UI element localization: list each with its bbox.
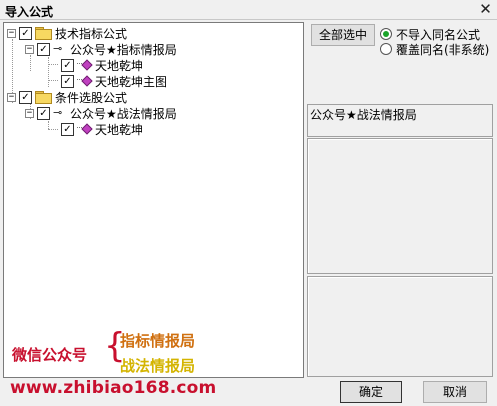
node-checkbox[interactable]: ✓ <box>61 58 74 72</box>
collapse-toggle[interactable]: − <box>25 44 34 54</box>
formula-gem-icon <box>77 75 91 87</box>
window-title: 导入公式 <box>5 5 54 19</box>
tree-node-label: 公众号★战法情报局 <box>70 106 177 121</box>
radio-button[interactable] <box>380 28 392 40</box>
tree-connector <box>30 55 31 71</box>
tree-node-stock-selection[interactable]: − ✓ 条件选股公式 <box>7 89 127 105</box>
key-icon: ⊸ <box>53 42 63 55</box>
tree-node-label: 条件选股公式 <box>55 90 128 105</box>
radio-label: 覆盖同名(非系统) <box>396 42 490 57</box>
tree-node-formula[interactable]: ✓ 天地乾坤主图 <box>61 73 167 89</box>
tree-connector <box>48 64 58 65</box>
tree-connector <box>48 57 49 87</box>
collapse-toggle[interactable]: − <box>25 108 34 118</box>
ok-button[interactable]: 确定 <box>340 381 402 403</box>
select-all-button[interactable]: 全部选中 <box>311 24 375 46</box>
watermark-line-tactics: 战法情报局 <box>120 357 196 375</box>
tree-node-tactics-bureau[interactable]: − ✓ ⊸ 公众号★战法情报局 <box>25 105 177 121</box>
cancel-button[interactable]: 取消 <box>423 381 487 403</box>
watermark-line-indicator: 指标情报局 <box>120 332 196 350</box>
formula-description-box <box>307 138 493 274</box>
folder-icon <box>35 91 52 104</box>
node-checkbox[interactable]: ✓ <box>37 106 50 120</box>
formula-tree[interactable]: − ✓ 技术指标公式 − ✓ ⊸ 公众号★指标情报局 ✓ 天地乾坤 ✓ 天地乾坤… <box>3 22 304 378</box>
tree-node-formula[interactable]: ✓ 天地乾坤 <box>61 57 143 73</box>
folder-icon <box>35 27 52 40</box>
radio-button[interactable] <box>380 43 392 55</box>
radio-no-import[interactable]: 不导入同名公式 <box>380 27 480 42</box>
formula-name-box: 公众号★战法情报局 <box>307 104 493 137</box>
tree-node-indicator-bureau[interactable]: − ✓ ⊸ 公众号★指标情报局 <box>25 41 177 57</box>
tree-node-label: 天地乾坤 <box>95 122 144 137</box>
node-checkbox[interactable]: ✓ <box>19 26 32 40</box>
formula-params-box <box>307 276 493 377</box>
tree-node-formula[interactable]: ✓ 天地乾坤 <box>61 121 143 137</box>
collapse-toggle[interactable]: − <box>7 28 16 38</box>
title-bar: 导入公式 ✕ <box>0 0 497 20</box>
formula-gem-icon <box>77 59 91 71</box>
radio-overwrite[interactable]: 覆盖同名(非系统) <box>380 42 490 57</box>
node-checkbox[interactable]: ✓ <box>19 90 32 104</box>
node-checkbox[interactable]: ✓ <box>37 42 50 56</box>
tree-connector <box>48 121 49 129</box>
key-icon: ⊸ <box>53 106 63 119</box>
formula-gem-icon <box>77 123 91 135</box>
formula-name-text: 公众号★战法情报局 <box>310 108 417 122</box>
watermark-url: www.zhibiao168.com <box>10 378 217 398</box>
collapse-toggle[interactable]: − <box>7 92 16 102</box>
node-checkbox[interactable]: ✓ <box>61 74 74 88</box>
tree-node-label: 天地乾坤主图 <box>95 74 168 89</box>
watermark-label: 微信公众号 <box>12 346 88 364</box>
tree-connector <box>48 129 58 130</box>
node-checkbox[interactable]: ✓ <box>61 122 74 136</box>
tree-connector <box>48 80 58 81</box>
tree-node-label: 技术指标公式 <box>55 26 128 41</box>
close-icon[interactable]: ✕ <box>477 1 494 18</box>
tree-node-technical-indicators[interactable]: − ✓ 技术指标公式 <box>7 25 127 41</box>
tree-node-label: 公众号★指标情报局 <box>70 42 177 57</box>
tree-node-label: 天地乾坤 <box>95 58 144 73</box>
